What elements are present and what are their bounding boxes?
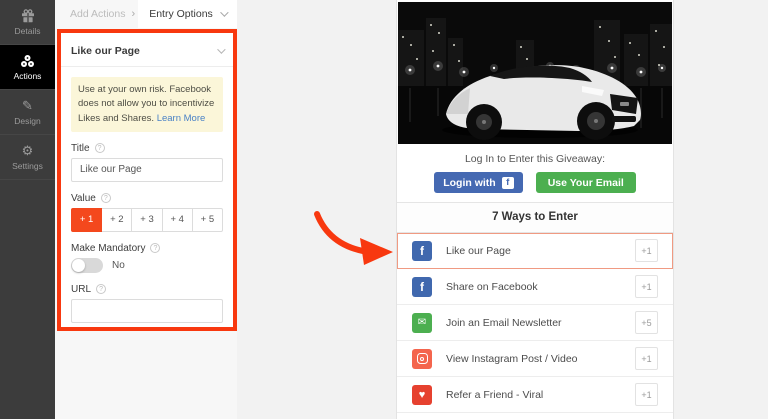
facebook-icon: f xyxy=(412,276,432,297)
url-label-text: URL xyxy=(71,283,92,295)
mandatory-label-text: Make Mandatory xyxy=(71,242,146,254)
title-label-text: Title xyxy=(71,142,90,154)
toggle-knob xyxy=(72,258,85,272)
giveaway-preview-card: Log In to Enter this Giveaway: Login wit… xyxy=(397,0,673,419)
sidebar-item-label: Actions xyxy=(13,70,42,81)
entry-value-badge: +1 xyxy=(635,239,658,262)
mandatory-field-label: Make Mandatory ? xyxy=(71,243,223,254)
login-prompt: Log In to Enter this Giveaway: xyxy=(464,153,606,165)
value-button-3[interactable]: + 3 xyxy=(132,207,163,232)
entry-row-email-newsletter[interactable]: ✉ Join an Email Newsletter +5 xyxy=(397,305,673,341)
entry-options-label: Entry Options xyxy=(149,8,213,20)
value-button-1[interactable]: + 1 xyxy=(71,207,103,232)
login-with-label: Login with xyxy=(443,176,496,189)
heart-icon: ♥ xyxy=(412,384,432,405)
breadcrumb[interactable]: Add Actions › xyxy=(70,0,135,28)
sidebar-item-label: Design xyxy=(14,115,41,126)
divider xyxy=(61,66,233,67)
breadcrumb-label: Add Actions xyxy=(70,8,126,20)
envelope-icon: ✉ xyxy=(412,312,432,333)
gear-icon: ⚙ xyxy=(21,143,34,158)
sidebar-item-label: Details xyxy=(14,25,41,36)
actions-cluster-icon xyxy=(20,54,35,68)
learn-more-link[interactable]: Learn More xyxy=(157,113,206,124)
value-button-5[interactable]: + 5 xyxy=(192,207,224,232)
chevron-down-icon xyxy=(219,8,229,17)
chevron-down-icon xyxy=(217,45,226,54)
accordion-header[interactable]: Like our Page xyxy=(61,33,233,66)
entry-label: View Instagram Post / Video xyxy=(446,352,578,365)
title-input[interactable] xyxy=(71,157,223,182)
instagram-icon xyxy=(412,348,432,369)
entry-label: Join an Email Newsletter xyxy=(446,316,562,329)
accordion-title: Like our Page xyxy=(71,45,140,57)
facebook-icon: f xyxy=(501,176,514,189)
sidebar: Details Actions ✎ Design ⚙ Settings xyxy=(0,0,55,419)
url-field-label: URL ? xyxy=(71,284,223,295)
value-button-2[interactable]: + 2 xyxy=(102,207,133,232)
mandatory-toggle[interactable] xyxy=(71,257,103,273)
entry-label: Refer a Friend - Viral xyxy=(446,388,544,401)
entry-value-badge: +5 xyxy=(635,311,658,334)
value-button-group: + 1 + 2 + 3 + 4 + 5 xyxy=(71,207,224,232)
value-field-label: Value ? xyxy=(71,193,223,204)
entry-options-dropdown[interactable]: Entry Options xyxy=(138,0,237,28)
action-editor-panel: Like our Page Use at your own risk. Face… xyxy=(57,29,237,331)
giveaway-hero-image xyxy=(398,2,672,144)
design-tools-icon: ✎ xyxy=(22,98,33,113)
mandatory-toggle-row: No xyxy=(71,257,223,273)
url-input[interactable] xyxy=(71,298,223,323)
sidebar-item-actions[interactable]: Actions xyxy=(0,45,55,90)
entry-value-badge: +1 xyxy=(635,383,658,406)
help-icon[interactable]: ? xyxy=(96,284,107,295)
login-with-facebook-button[interactable]: Login with f xyxy=(434,172,523,193)
sidebar-item-settings[interactable]: ⚙ Settings xyxy=(0,135,55,180)
help-icon[interactable]: ? xyxy=(150,243,161,254)
entry-label: Like our Page xyxy=(446,244,511,257)
entry-value-badge: +1 xyxy=(635,275,658,298)
sidebar-item-details[interactable]: Details xyxy=(0,0,55,45)
breadcrumb-chevron-icon: › xyxy=(131,8,136,20)
entry-row-instagram[interactable]: View Instagram Post / Video +1 xyxy=(397,341,673,377)
value-label-text: Value xyxy=(71,192,96,204)
sidebar-item-design[interactable]: ✎ Design xyxy=(0,90,55,135)
toggle-state-label: No xyxy=(112,259,125,271)
entry-row-like-our-page[interactable]: f Like our Page +1 xyxy=(397,233,673,269)
login-button-row: Login with f Use Your Email xyxy=(397,172,673,193)
ways-to-enter-header: 7 Ways to Enter xyxy=(397,202,673,233)
help-icon[interactable]: ? xyxy=(94,143,105,154)
facebook-icon: f xyxy=(412,240,432,261)
entry-row-share-facebook[interactable]: f Share on Facebook +1 xyxy=(397,269,673,305)
facebook-warning-notice: Use at your own risk. Facebook does not … xyxy=(71,77,223,132)
entry-row-refer-friend[interactable]: ♥ Refer a Friend - Viral +1 xyxy=(397,377,673,413)
gift-icon xyxy=(21,8,35,23)
use-email-label: Use Your Email xyxy=(547,176,624,189)
annotation-arrow-icon xyxy=(314,211,393,265)
use-your-email-button[interactable]: Use Your Email xyxy=(535,172,636,193)
title-field-label: Title ? xyxy=(71,143,223,154)
value-button-4[interactable]: + 4 xyxy=(162,207,193,232)
entry-label: Share on Facebook xyxy=(446,280,538,293)
help-icon[interactable]: ? xyxy=(100,193,111,204)
sidebar-item-label: Settings xyxy=(12,160,43,171)
entry-value-badge: +1 xyxy=(635,347,658,370)
